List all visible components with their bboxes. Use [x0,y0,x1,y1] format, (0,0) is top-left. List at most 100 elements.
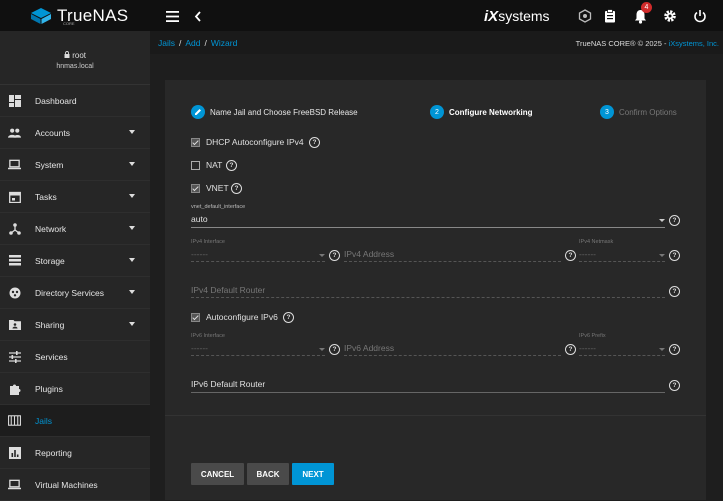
ixsystems-logo[interactable]: iX systems [484,6,550,26]
wizard-card: Name Jail and Choose FreeBSD Release 2 C… [165,80,706,500]
sidebar-item-reporting[interactable]: Reporting [0,437,150,469]
sidebar-item-plugins[interactable]: Plugins [0,373,150,405]
ipv6-prefix-help-icon[interactable]: ? [669,344,680,355]
ipv4-interface-help-icon[interactable]: ? [329,250,340,261]
user-name: root [72,51,87,60]
step-1[interactable]: Name Jail and Choose FreeBSD Release [191,105,358,119]
vnet-help-icon[interactable]: ? [231,183,242,194]
ipv6-default-router-input[interactable]: IPv6 Default Router [191,379,265,389]
step-3-label: Confirm Options [619,107,677,117]
vnet-default-interface-underline [191,227,665,228]
ipv6-interface-help-icon[interactable]: ? [329,344,340,355]
dhcp-help-icon[interactable]: ? [309,137,320,148]
breadcrumb-add[interactable]: Add [185,38,200,48]
caret-down-icon [129,290,135,294]
ipv6-address-help-icon[interactable]: ? [565,344,576,355]
sidebar-item-directory-services[interactable]: Directory Services [0,277,150,309]
sidebar-item-accounts[interactable]: Accounts [0,117,150,149]
caret-down-icon [129,162,135,166]
back-button[interactable]: BACK [247,463,289,485]
vnet-default-interface-select[interactable]: auto [191,214,208,224]
settings-gear-icon[interactable] [661,7,679,25]
ipv4-default-router-help-icon[interactable]: ? [669,286,680,297]
dashboard-icon [8,94,21,107]
step-2-number: 2 [430,105,444,119]
truenas-logo[interactable]: TrueNAS [30,4,128,28]
ipv4-address-help-icon[interactable]: ? [565,250,576,261]
ipv6-prefix-arrow-icon[interactable] [659,348,665,351]
vnet-default-interface-arrow-icon[interactable] [659,219,665,222]
ipv4-netmask-underline [579,261,665,263]
ipv4-default-router-input[interactable]: IPv4 Default Router [191,285,265,295]
sidebar-item-label: Directory Services [35,287,104,298]
nat-checkbox[interactable] [191,161,200,170]
ipv4-interface-arrow-icon[interactable] [319,254,325,257]
dhcp-checkbox[interactable] [191,138,200,147]
vnet-default-interface-help-icon[interactable]: ? [669,215,680,226]
caret-down-icon [129,226,135,230]
ipv4-address-input[interactable]: IPv4 Address [344,249,394,259]
step-3[interactable]: 3 Confirm Options [600,105,677,119]
step-2[interactable]: 2 Configure Networking [430,105,533,119]
task-manager-icon[interactable] [601,7,619,25]
chevron-left-icon[interactable] [189,7,207,25]
vendor-prefix: iX [484,7,499,25]
sidebar-item-dashboard[interactable]: Dashboard [0,85,150,117]
storage-icon [8,254,21,267]
ipv6-interface-select[interactable]: ------ [191,343,208,353]
sidebar-item-jails[interactable]: Jails [0,405,150,437]
user-name-row: root [0,31,150,60]
sidebar-item-network[interactable]: Network [0,213,150,245]
sidebar-item-sharing[interactable]: Sharing [0,309,150,341]
ipv6-interface-label: IPv6 Interface [191,333,225,339]
user-panel: root hnmas.local [0,31,150,85]
ipv4-interface-underline [191,261,325,263]
power-icon[interactable] [691,7,709,25]
sidebar-item-services[interactable]: Services [0,341,150,373]
ipv6-interface-arrow-icon[interactable] [319,348,325,351]
ipv6-default-router-help-icon[interactable]: ? [669,380,680,391]
truenas-logo-icon [31,8,51,24]
ipv4-netmask-select[interactable]: ------ [579,249,596,259]
breadcrumb: Jails / Add / Wizard [158,38,238,48]
caret-down-icon [129,130,135,134]
step-2-label: Configure Networking [449,107,533,117]
ipv6-address-input[interactable]: IPv6 Address [344,343,394,353]
sidebar-item-label: Plugins [35,383,63,394]
ipv6-address-underline [344,355,561,357]
ipv4-interface-select[interactable]: ------ [191,249,208,259]
next-button[interactable]: NEXT [292,463,334,485]
sidebar-item-tasks[interactable]: Tasks [0,181,150,213]
main-content: Name Jail and Choose FreeBSD Release 2 C… [150,54,723,500]
sidebar-item-storage[interactable]: Storage [0,245,150,277]
ipv6-interface-underline [191,355,325,357]
autoconfigure-ipv6-checkbox[interactable] [191,313,200,322]
breadcrumb-wizard[interactable]: Wizard [211,38,237,48]
truecommand-icon[interactable] [576,7,594,25]
host-name: hnmas.local [56,63,94,70]
sidebar-item-virtual-machines[interactable]: Virtual Machines [0,469,150,501]
cancel-button[interactable]: CANCEL [191,463,244,485]
ipv6-prefix-select[interactable]: ------ [579,343,596,353]
caret-down-icon [129,322,135,326]
nat-help-icon[interactable]: ? [226,160,237,171]
ixsystems-link[interactable]: iXsystems, Inc. [669,39,719,48]
network-icon [8,222,21,235]
directory-icon [8,286,21,299]
autoconfigure-ipv6-help-icon[interactable]: ? [283,312,294,323]
sidebar-item-system[interactable]: System [0,149,150,181]
laptop-icon [8,158,21,171]
extension-icon [8,382,21,395]
form-divider [165,415,706,416]
breadcrumb-jails[interactable]: Jails [158,38,175,48]
ipv4-netmask-arrow-icon[interactable] [659,254,665,257]
menu-icon[interactable] [163,7,181,25]
chart-icon [8,446,21,459]
app-edition: CORE [63,21,75,26]
ipv4-netmask-help-icon[interactable]: ? [669,250,680,261]
sidebar-item-label: Virtual Machines [35,479,98,490]
ipv4-netmask-label: IPv4 Netmask [579,239,614,245]
sidebar-item-label: Network [35,223,67,234]
calendar-icon [8,190,21,203]
vnet-checkbox[interactable] [191,184,200,193]
